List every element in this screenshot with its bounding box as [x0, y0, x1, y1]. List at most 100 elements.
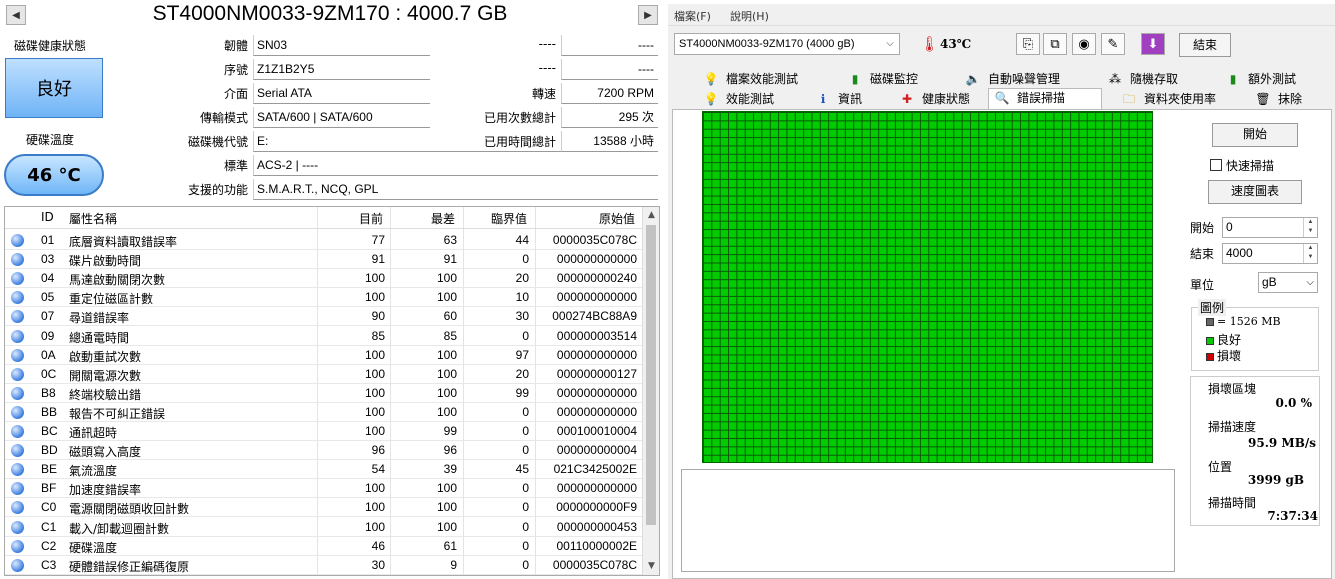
- table-row[interactable]: B8 終端校驗出錯 100 100 99 000000000000: [5, 384, 643, 403]
- row-name: 馬達啟動關閉次數: [69, 273, 166, 288]
- scan-time-value: 7:37:34: [1267, 509, 1318, 523]
- status-dot-icon: [11, 482, 24, 496]
- tab-file-benchmark[interactable]: 💡 檔案效能測試: [698, 70, 838, 89]
- drive-select-value: ST4000NM0033-9ZM170 (4000 gB): [679, 38, 855, 50]
- folder-icon: 🗀: [1122, 92, 1135, 106]
- tab-erase[interactable]: 🗑 抹除: [1250, 90, 1330, 109]
- table-row[interactable]: C0 電源關閉磁頭收回計數 100 100 0 0000000000F9: [5, 498, 643, 518]
- status-dot-icon: [11, 272, 24, 286]
- col-name[interactable]: 屬性名稱: [69, 210, 117, 227]
- random-access-icon: ⁂: [1109, 72, 1121, 86]
- row-raw: 000100010004: [556, 424, 637, 438]
- standard-value: ACS-2 | ----: [253, 155, 658, 176]
- copy-text-icon[interactable]: ⎘: [1016, 33, 1040, 55]
- exit-button[interactable]: 結束: [1179, 33, 1231, 57]
- legend-title: 圖例: [1198, 299, 1227, 316]
- status-dot-icon: [11, 291, 24, 305]
- col-worst[interactable]: 最差: [415, 210, 455, 227]
- menu-file[interactable]: 檔案(F): [674, 8, 711, 24]
- row-current: 100: [364, 424, 385, 438]
- row-threshold: 0: [522, 424, 529, 438]
- table-row[interactable]: 03 碟片啟動時間 91 91 0 000000000000: [5, 250, 643, 270]
- table-row[interactable]: 0C 開關電源次數 100 100 20 000000000127: [5, 365, 643, 384]
- row-raw: 0000000000F9: [556, 500, 637, 515]
- row-raw: 00110000002E: [556, 538, 637, 553]
- table-row[interactable]: BD 磁頭寫入高度 96 96 0 000000000004: [5, 441, 643, 461]
- quick-scan-label: 快速掃描: [1226, 159, 1275, 173]
- row-name: 氣流溫度: [69, 464, 118, 479]
- row-current: 100: [364, 500, 385, 515]
- scroll-up-icon[interactable]: ▲: [643, 207, 659, 224]
- row-threshold: 10: [515, 290, 529, 305]
- row-threshold: 44: [515, 233, 529, 247]
- legend-block-size: = 1526 MB: [1206, 315, 1281, 328]
- drive-select[interactable]: ST4000NM0033-9ZM170 (4000 gB) ⌵: [674, 33, 900, 55]
- power-hours-value: 13588 小時: [561, 131, 658, 152]
- table-row[interactable]: BE 氣流溫度 54 39 45 021C3425002E: [5, 460, 643, 480]
- screenshot-icon[interactable]: ◉: [1072, 33, 1096, 55]
- tab-random-access[interactable]: ⁂ 隨機存取: [1102, 70, 1222, 89]
- tab-benchmark[interactable]: 💡 效能測試: [698, 90, 818, 109]
- col-id[interactable]: ID: [41, 210, 54, 224]
- temperature-label: 硬碟溫度: [26, 133, 75, 147]
- table-row[interactable]: 05 重定位磁區計數 100 100 10 000000000000: [5, 288, 643, 308]
- next-disk-button[interactable]: ▶: [638, 5, 658, 25]
- row-name: 硬體錯誤修正編碼復原: [69, 559, 190, 574]
- tab-extra-tests[interactable]: ▮ 額外測試: [1220, 70, 1330, 89]
- copy-info-icon[interactable]: ⧉: [1043, 33, 1067, 55]
- row-threshold: 0: [522, 519, 529, 534]
- health-status-badge[interactable]: 良好: [5, 58, 103, 118]
- spinner-arrows-icon[interactable]: ▲ ▼: [1303, 218, 1317, 237]
- table-row[interactable]: C1 載入/卸載迴圈計數 100 100 0 000000000453: [5, 518, 643, 537]
- table-row[interactable]: C2 硬碟溫度 46 61 0 00110000002E: [5, 537, 643, 556]
- options-icon[interactable]: ✎: [1101, 33, 1125, 55]
- temperature-readout: 43℃: [940, 37, 972, 51]
- menu-help[interactable]: 說明(H): [730, 8, 769, 24]
- row-raw: 000000000453: [556, 519, 637, 534]
- speed-map-button[interactable]: 速度圖表: [1208, 180, 1302, 204]
- tab-folder-usage[interactable]: 🗀 資料夾使用率: [1116, 90, 1246, 109]
- tab-disk-monitor[interactable]: ▮ 磁碟監控: [842, 70, 962, 89]
- smart-table-scrollbar[interactable]: ▲ ▼: [642, 207, 659, 575]
- end-position-input[interactable]: 4000 ▲ ▼: [1222, 243, 1318, 264]
- table-row[interactable]: 09 總通電時間 85 85 0 000000003514: [5, 327, 643, 346]
- row-threshold: 0: [522, 252, 529, 267]
- row-id: BE: [41, 462, 58, 477]
- row-name: 磁頭寫入高度: [69, 445, 142, 460]
- row-current: 100: [364, 519, 385, 534]
- prev-disk-button[interactable]: ◀: [6, 5, 26, 25]
- row-worst: 39: [443, 462, 457, 477]
- table-row[interactable]: 04 馬達啟動關閉次數 100 100 20 000000000240: [5, 269, 643, 289]
- tab-error-scan[interactable]: 🔍 錯誤掃描: [988, 88, 1102, 110]
- tab-info[interactable]: ℹ 資訊: [810, 90, 900, 109]
- table-row[interactable]: C3 硬體錯誤修正編碼復原 30 9 0 0000035C078C: [5, 556, 643, 575]
- row-worst: 85: [443, 328, 457, 343]
- rotation-label: 轉速: [531, 87, 556, 101]
- scrollbar-thumb[interactable]: [646, 225, 656, 525]
- tab-aam[interactable]: 🔈 自動噪聲管理: [960, 70, 1105, 89]
- quick-scan-checkbox[interactable]: [1210, 159, 1222, 171]
- col-threshold[interactable]: 臨界值: [475, 210, 527, 227]
- table-row[interactable]: 0A 啟動重試次數 100 100 97 000000000000: [5, 346, 643, 365]
- row-current: 100: [364, 404, 385, 419]
- scan-log-box[interactable]: [681, 469, 1175, 572]
- col-raw[interactable]: 原始值: [565, 210, 635, 227]
- spinner-arrows-icon[interactable]: ▲ ▼: [1303, 244, 1317, 263]
- table-row[interactable]: 01 底層資料讀取錯誤率 77 63 44 0000035C078C: [5, 231, 643, 250]
- row-id: 01: [41, 233, 55, 247]
- scroll-down-icon[interactable]: ▼: [643, 558, 659, 575]
- col-current[interactable]: 目前: [345, 210, 383, 227]
- save-icon[interactable]: ⬇: [1141, 33, 1165, 55]
- start-position-input[interactable]: 0 ▲ ▼: [1222, 217, 1318, 238]
- transfer-mode-label: 傳輸模式: [199, 111, 248, 125]
- row-raw: 000000000000: [556, 481, 637, 496]
- table-row[interactable]: 07 尋道錯誤率 90 60 30 000274BC88A9: [5, 307, 643, 327]
- table-row[interactable]: BC 通訊超時 100 99 0 000100010004: [5, 422, 643, 441]
- row-name: 加速度錯誤率: [69, 483, 142, 498]
- start-scan-button[interactable]: 開始: [1212, 123, 1298, 147]
- table-row[interactable]: BF 加速度錯誤率 100 100 0 000000000000: [5, 479, 643, 499]
- table-row[interactable]: BB 報告不可糾正錯誤 100 100 0 000000000000: [5, 403, 643, 422]
- unit-select[interactable]: gB ⌵: [1258, 272, 1318, 293]
- info-icon: ℹ: [820, 92, 826, 106]
- smart-attribute-table[interactable]: ID 屬性名稱 目前 最差 臨界值 原始值 01 底層資料讀取錯誤率 77 63 44 0…: [4, 206, 660, 576]
